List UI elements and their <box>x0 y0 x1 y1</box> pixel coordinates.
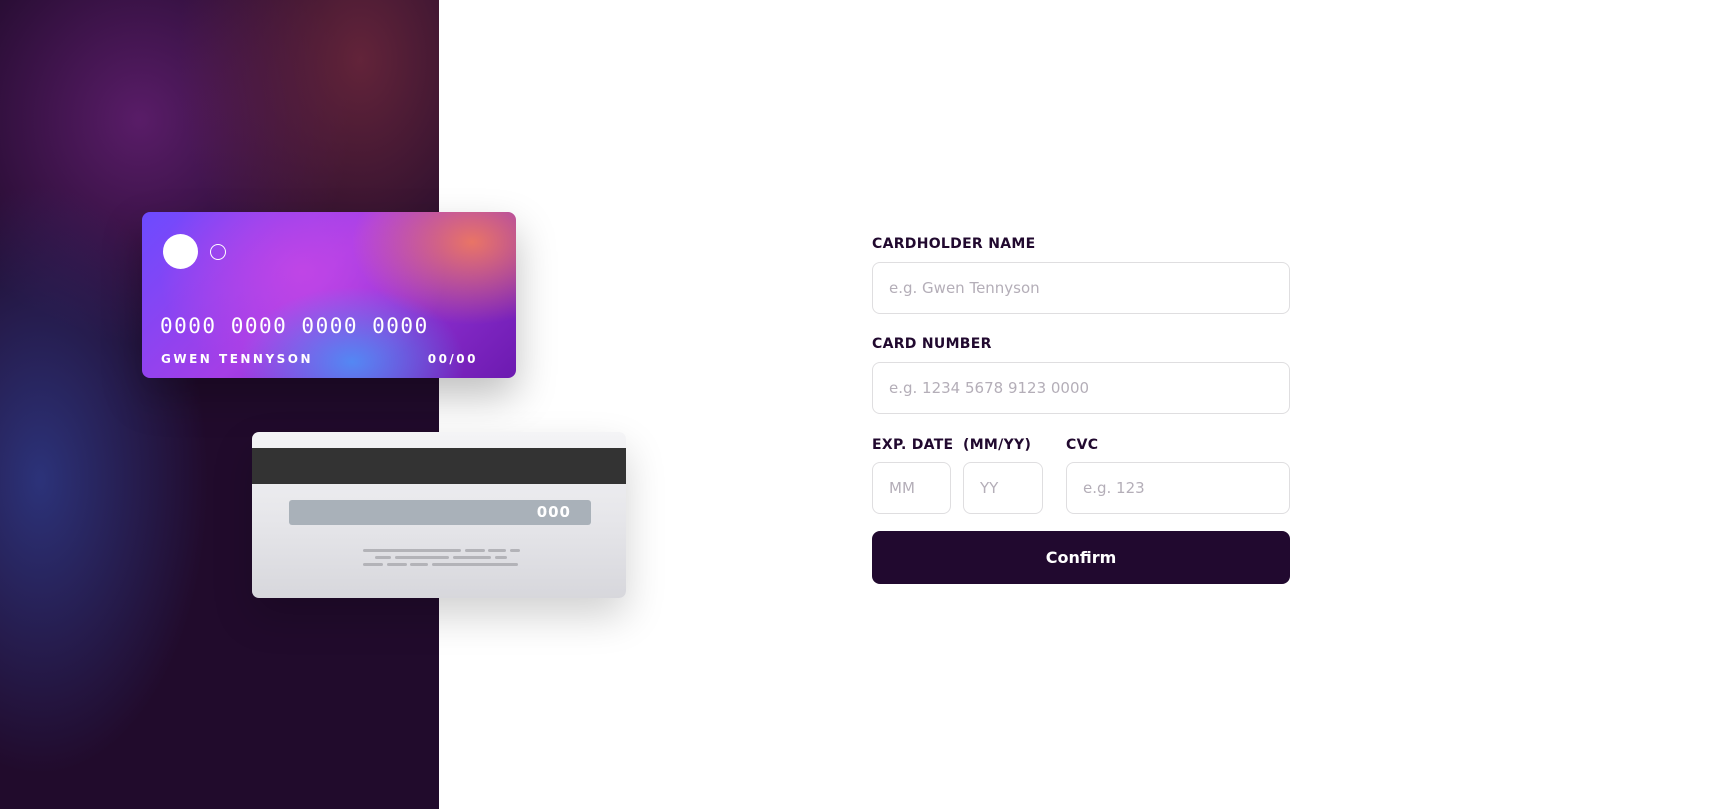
exp-year-input[interactable] <box>963 462 1043 514</box>
cvc-label: CVC <box>1066 437 1099 453</box>
cardholder-name-display: GWEN TENNYSON <box>161 352 314 366</box>
card-expiry-display: 00/00 <box>427 352 478 366</box>
exp-date-label: EXP. DATE <box>872 437 954 453</box>
card-logo-ring-icon <box>210 244 226 260</box>
confirm-button[interactable]: Confirm <box>872 531 1290 584</box>
exp-format-label: (MM/YY) <box>963 437 1032 453</box>
card-number-input[interactable] <box>872 362 1290 414</box>
card-number-label: CARD NUMBER <box>872 336 992 352</box>
card-fine-print <box>252 432 626 598</box>
cardholder-name-label: CARDHOLDER NAME <box>872 236 1036 252</box>
card-front: 0000 0000 0000 0000 GWEN TENNYSON 00/00 <box>142 212 516 378</box>
card-number-display: 0000 0000 0000 0000 <box>160 314 429 338</box>
card-back: 000 <box>252 432 626 598</box>
card-logo-circle-icon <box>163 234 198 269</box>
cvc-input[interactable] <box>1066 462 1290 514</box>
decorative-side-panel <box>0 0 439 809</box>
cardholder-name-input[interactable] <box>872 262 1290 314</box>
exp-month-input[interactable] <box>872 462 951 514</box>
